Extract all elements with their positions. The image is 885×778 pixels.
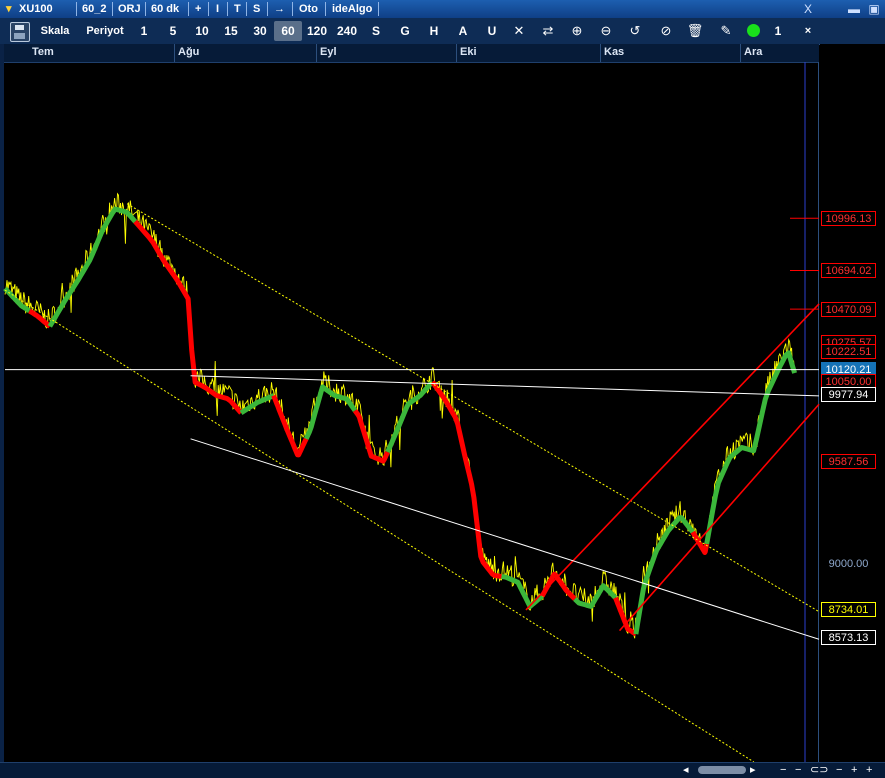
zoom-out-icon[interactable]: − [780,763,786,777]
price-label: 9587.56 [821,454,876,470]
downtrend-segment [27,308,52,329]
price-chart[interactable] [0,0,885,777]
downtrend-segment [540,571,577,601]
uptrend-segment [704,350,797,545]
price-label: 10222.51 [821,344,876,360]
price-label: 9977.94 [821,386,876,402]
price-series-line [4,192,796,639]
trend-line [190,375,820,397]
plus-icon[interactable]: + [866,763,872,777]
minus-icon[interactable]: − [836,763,842,777]
trend-line [126,203,820,613]
price-label: 8734.01 [821,601,876,617]
bottom-scrollbar: ◂ ▸ − − ⊂⊃ − + + [0,762,885,778]
trend-line [525,303,820,611]
price-label: 8573.13 [821,629,876,645]
downtrend-segment [352,409,390,464]
scroll-thumb[interactable] [698,766,746,774]
price-label: 10694.02 [821,262,876,278]
minus-icon[interactable]: − [795,763,801,777]
zoom-in-icon[interactable]: + [851,763,857,777]
price-label: 9000.00 [821,555,876,571]
downtrend-segment [133,219,243,415]
scroll-left-icon[interactable]: ◂ [683,763,689,777]
price-label: 10470.09 [821,301,876,317]
downtrend-segment [271,394,309,458]
trend-line [4,289,755,763]
price-label: 10996.13 [821,210,876,226]
fit-icon[interactable]: ⊂⊃ [810,763,828,777]
trend-line [618,403,820,632]
scroll-right-icon[interactable]: ▸ [750,763,756,777]
uptrend-segment [47,206,138,328]
